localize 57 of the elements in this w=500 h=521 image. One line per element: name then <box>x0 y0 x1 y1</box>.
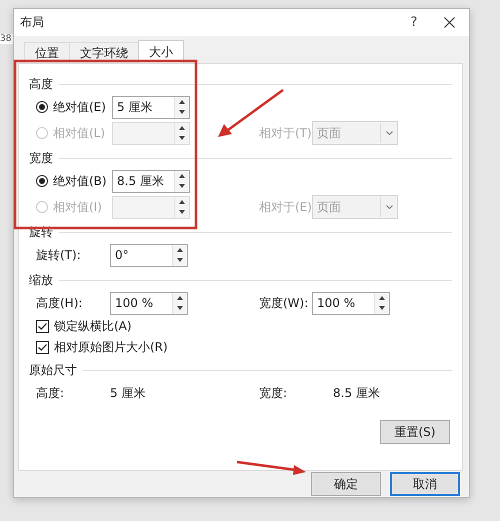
relative-label: 相对于(T) <box>259 124 312 142</box>
section-title: 宽度 <box>29 150 53 166</box>
size-value: 5 厘米 <box>110 384 146 402</box>
check-icon <box>38 323 47 330</box>
down-arrow-icon <box>177 306 183 310</box>
chevron-down-icon <box>386 205 392 209</box>
number-field[interactable]: 5 厘米 <box>112 96 190 118</box>
down-arrow-icon <box>179 110 185 114</box>
chevron-down-icon <box>386 131 392 135</box>
number-field[interactable] <box>112 122 190 144</box>
section-title: 高度 <box>29 76 53 92</box>
radio-label: 绝对值(E) <box>53 98 107 116</box>
up-arrow-icon <box>179 200 185 204</box>
section-title: 原始尺寸 <box>29 362 77 378</box>
field-label: 宽度(W): <box>259 294 310 312</box>
size-label: 高度: <box>36 384 66 402</box>
checkbox[interactable] <box>36 341 49 354</box>
number-field[interactable]: 100 % <box>312 292 390 314</box>
section-title: 缩放 <box>29 272 53 288</box>
up-arrow-icon <box>179 126 185 130</box>
up-arrow-icon <box>179 174 185 178</box>
help-button[interactable]: ? <box>399 15 429 30</box>
size-label: 宽度: <box>259 384 288 402</box>
down-arrow-icon <box>179 184 185 188</box>
down-arrow-icon <box>179 210 185 214</box>
ruler-number: 38 <box>0 34 13 44</box>
check-icon <box>38 344 47 351</box>
down-arrow-icon <box>179 136 185 140</box>
dialog-button[interactable]: 取消 <box>390 472 460 496</box>
size-value: 8.5 厘米 <box>333 384 381 402</box>
relative-label: 相对于(E) <box>259 198 312 216</box>
dialog-button[interactable]: 确定 <box>311 472 381 496</box>
radio-button[interactable] <box>36 101 48 113</box>
number-field[interactable]: 0° <box>110 244 188 266</box>
radio-button[interactable] <box>36 175 48 187</box>
down-arrow-icon <box>177 258 183 262</box>
reset-button[interactable]: 重置(S) <box>380 420 450 444</box>
radio-label: 相对值(I) <box>53 198 103 216</box>
field-label: 高度(H): <box>36 294 84 312</box>
checkbox-label: 锁定纵横比(A) <box>54 318 133 335</box>
up-arrow-icon <box>177 248 183 252</box>
radio-label: 相对值(L) <box>53 124 106 142</box>
number-field[interactable]: 100 % <box>110 292 188 314</box>
radio-label: 绝对值(B) <box>53 172 108 190</box>
annotation-arrow <box>236 460 306 475</box>
down-arrow-icon <box>379 306 385 310</box>
window-title: 布局 <box>20 14 45 31</box>
field-label: 旋转(T): <box>36 246 82 264</box>
number-field[interactable] <box>112 196 190 218</box>
checkbox[interactable] <box>36 320 49 333</box>
up-arrow-icon <box>179 100 185 104</box>
up-arrow-icon <box>177 296 183 300</box>
number-field[interactable]: 8.5 厘米 <box>112 170 190 192</box>
up-arrow-icon <box>379 296 385 300</box>
checkbox-label: 相对原始图片大小(R) <box>54 339 169 356</box>
annotation-arrow <box>218 88 284 137</box>
close-icon <box>444 17 454 28</box>
